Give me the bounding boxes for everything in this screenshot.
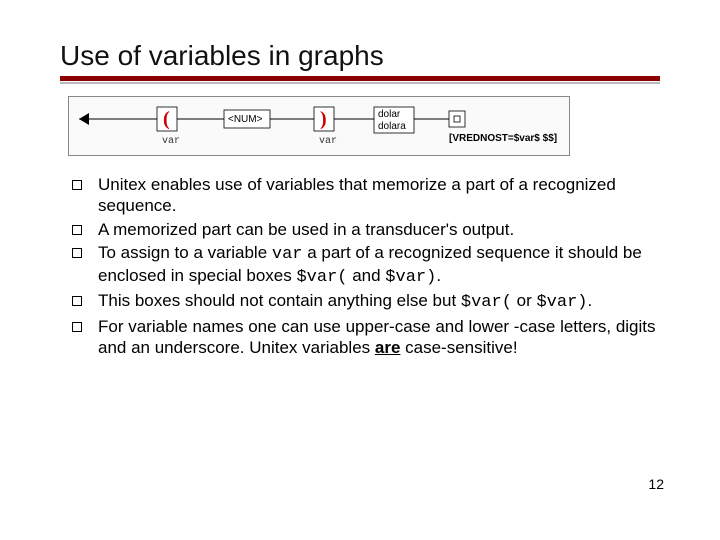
bullet-1: Unitex enables use of variables that mem… <box>70 174 660 217</box>
close-paren: ) <box>320 108 327 130</box>
bullet-5: For variable names one can use upper-cas… <box>70 316 660 359</box>
bullet-2: A memorized part can be used in a transd… <box>70 219 660 240</box>
bullet-3: To assign to a variable var a part of a … <box>70 242 660 289</box>
slide-title: Use of variables in graphs <box>60 40 660 72</box>
graph-diagram: ( var <NUM> ) var dolar dolara [ <box>68 96 570 156</box>
open-paren: ( <box>163 108 170 130</box>
var-label-1: var <box>162 136 180 147</box>
bullet-4: This boxes should not contain anything e… <box>70 290 660 313</box>
word-dolara: dolara <box>378 121 406 132</box>
var-label-2: var <box>319 136 337 147</box>
title-underline <box>60 76 660 84</box>
bullet-list: Unitex enables use of variables that mem… <box>70 174 660 358</box>
num-label: <NUM> <box>228 114 263 125</box>
word-dolar: dolar <box>378 109 401 120</box>
graph-output: [VREDNOST=$var$ $$] <box>449 133 557 144</box>
page-number: 12 <box>648 476 664 492</box>
